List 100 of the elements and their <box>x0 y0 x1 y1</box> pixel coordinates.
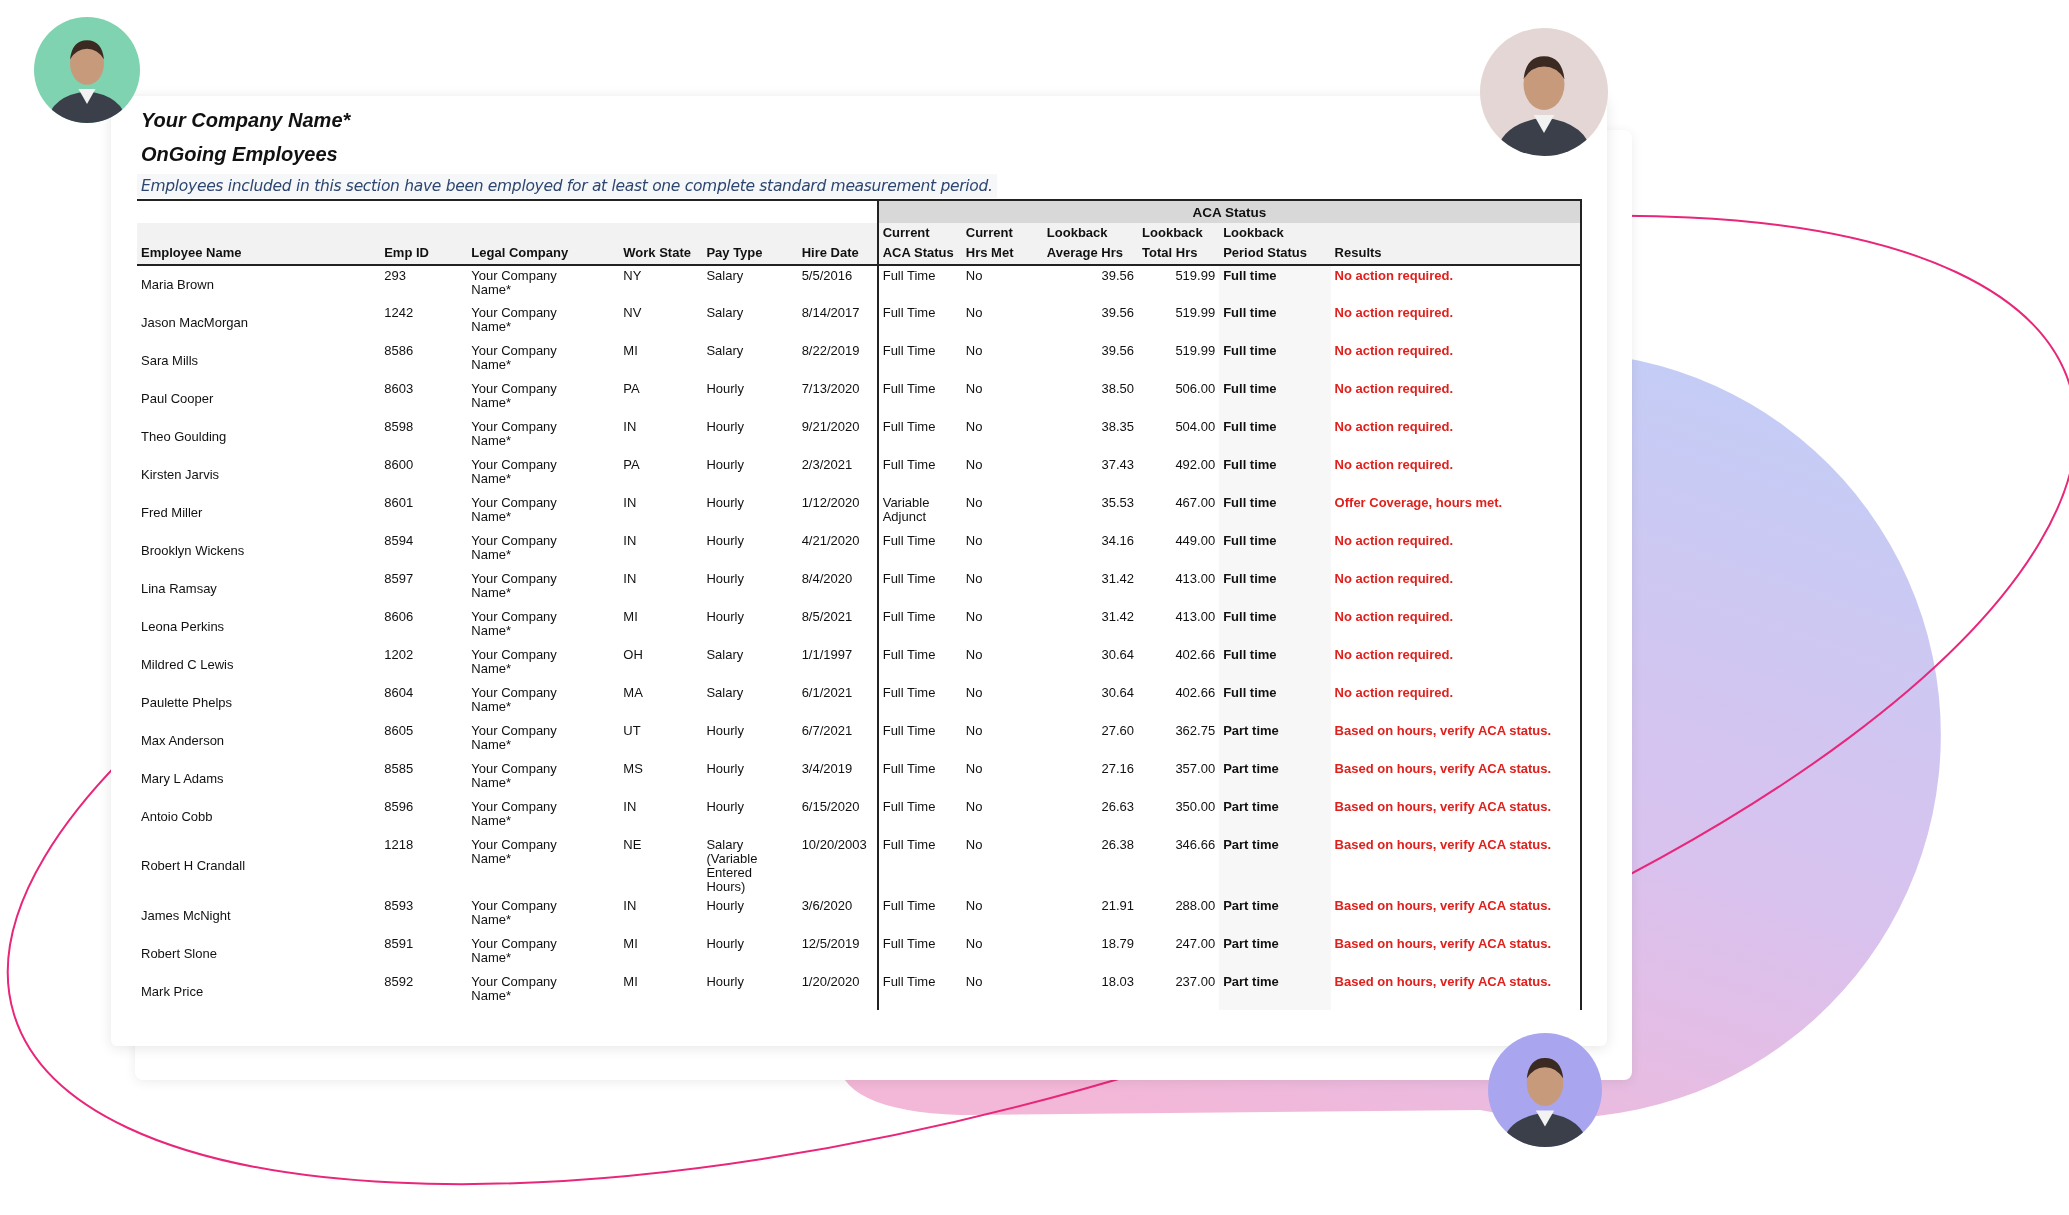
table-cell: 5/5/2016 <box>797 265 878 303</box>
column-header: Pay Type <box>702 223 798 265</box>
table-cell: Maria Brown <box>137 265 381 303</box>
table-cell: 350.00 <box>1138 797 1220 835</box>
table-cell: Full Time <box>877 835 962 896</box>
table-cell-text: Your Company Name* <box>470 494 558 526</box>
table-cell-text: 8593 <box>383 897 415 915</box>
table-cell-text: Sara Mills <box>140 351 200 370</box>
table-cell-text: Your Company Name* <box>470 935 558 967</box>
table-cell: Part time <box>1219 972 1331 1010</box>
table-cell-text: No <box>964 494 984 512</box>
table-cell: 519.99 <box>1138 303 1220 341</box>
table-cell: 10/20/2003 <box>797 835 878 896</box>
table-cell-text: Salary <box>705 342 745 360</box>
table-cell: 362.75 <box>1138 721 1220 759</box>
table-cell: No action required. <box>1330 341 1581 379</box>
table-cell: Your Company Name* <box>467 265 620 303</box>
table-cell-text: No <box>964 304 984 322</box>
table-cell-text: Brooklyn Wickens <box>140 541 246 560</box>
table-cell-text: 8598 <box>383 418 415 436</box>
table-cell-text: Lina Ramsay <box>140 579 218 598</box>
table-cell-text: No <box>964 456 984 474</box>
table-cell-text: Salary (Variable Entered Hours) <box>705 836 759 896</box>
table-cell: Full Time <box>877 417 962 455</box>
table-cell: 357.00 <box>1138 759 1220 797</box>
column-header: Work State <box>619 223 703 265</box>
section-note: Employees included in this section have been employed for at least one complete standard measurement period. <box>137 174 997 198</box>
table-cell-text: 27.16 <box>1100 760 1136 778</box>
table-cell: 504.00 <box>1138 417 1220 455</box>
table-cell-text: No <box>964 570 984 588</box>
table-cell-text: 30.64 <box>1100 646 1136 664</box>
table-cell: Full Time <box>877 972 962 1010</box>
table-cell-text: Hourly <box>705 973 745 991</box>
table-cell-text: Hourly <box>705 897 745 915</box>
table-cell-text: Theo Goulding <box>140 427 228 446</box>
table-cell: No action required. <box>1330 683 1581 721</box>
table-cell-text: 1242 <box>383 304 415 322</box>
table-cell-text: 31.42 <box>1100 608 1136 626</box>
table-cell-text: OH <box>622 646 644 664</box>
table-cell-text: 39.56 <box>1100 304 1136 322</box>
table-cell-text: No <box>964 380 984 398</box>
table-cell: Based on hours, verify ACA status. <box>1330 934 1581 972</box>
table-cell: Full Time <box>877 896 962 934</box>
table-cell-text: 35.53 <box>1100 494 1136 512</box>
table-cell: Full Time <box>877 341 962 379</box>
table-cell-text: Leona Perkins <box>140 617 226 636</box>
table-cell-text: Your Company Name* <box>470 570 558 602</box>
table-cell: 492.00 <box>1138 455 1220 493</box>
table-cell-text: Your Company Name* <box>470 973 558 1005</box>
column-header: Emp ID <box>380 223 468 265</box>
table-cell: 6/15/2020 <box>797 797 878 835</box>
table-cell: No action required. <box>1330 455 1581 493</box>
table-cell-text: MS <box>622 760 644 778</box>
column-header: Lookback Total Hrs <box>1138 223 1220 265</box>
table-cell-text: Salary <box>705 646 745 664</box>
table-cell-text: 38.35 <box>1100 418 1136 436</box>
table-cell: No action required. <box>1330 417 1581 455</box>
table-cell: 346.66 <box>1138 835 1220 896</box>
table-cell-text: IN <box>622 570 638 588</box>
table-cell: 12/5/2019 <box>797 934 878 972</box>
column-header: Lookback Period Status <box>1219 223 1331 265</box>
table-cell-text: Jason MacMorgan <box>140 313 249 332</box>
table-cell: No action required. <box>1330 265 1581 303</box>
table-cell: Full time <box>1219 303 1331 341</box>
table-cell-text: Your Company Name* <box>470 380 558 412</box>
table-cell: Full Time <box>877 721 962 759</box>
table-cell: No action required. <box>1330 531 1581 569</box>
table-cell-text: No <box>964 608 984 626</box>
table-cell-text: 8585 <box>383 760 415 778</box>
table-cell: No action required. <box>1330 303 1581 341</box>
table-cell-text: Your Company Name* <box>470 532 558 564</box>
table-cell-text: Your Company Name* <box>470 798 558 830</box>
table-cell: Based on hours, verify ACA status. <box>1330 797 1581 835</box>
table-cell: 288.00 <box>1138 896 1220 934</box>
table-cell: 4/21/2020 <box>797 531 878 569</box>
table-cell: 39.56 <box>1042 265 1139 303</box>
table-cell: Full time <box>1219 683 1331 721</box>
table-cell-text: Your Company Name* <box>470 722 558 754</box>
column-header: Legal Company <box>467 223 620 265</box>
table-cell-text: 31.42 <box>1100 570 1136 588</box>
table-cell: Full Time <box>877 265 962 303</box>
table-cell: Full Time <box>877 303 962 341</box>
table-cell: Full Time <box>877 934 962 972</box>
table-cell-text: MI <box>622 608 639 626</box>
table-cell: 6/1/2021 <box>797 683 878 721</box>
table-cell-text: 30.64 <box>1100 684 1136 702</box>
table-cell-text: Your Company Name* <box>470 418 558 450</box>
table-cell: Full time <box>1219 341 1331 379</box>
table-cell: Based on hours, verify ACA status. <box>1330 835 1581 896</box>
table-cell-text: No <box>964 798 984 816</box>
table-cell-text: Kirsten Jarvis <box>140 465 221 484</box>
table-cell-text: No <box>964 342 984 360</box>
table-cell: 7/13/2020 <box>797 379 878 417</box>
table-cell: 237.00 <box>1138 972 1220 1010</box>
table-cell: 519.99 <box>1138 265 1220 303</box>
table-cell: 1/12/2020 <box>797 493 878 531</box>
table-cell: 9/21/2020 <box>797 417 878 455</box>
table-cell-text: 1202 <box>383 646 415 664</box>
table-cell-text: Your Company Name* <box>470 760 558 792</box>
table-cell-text: 26.63 <box>1100 798 1136 816</box>
